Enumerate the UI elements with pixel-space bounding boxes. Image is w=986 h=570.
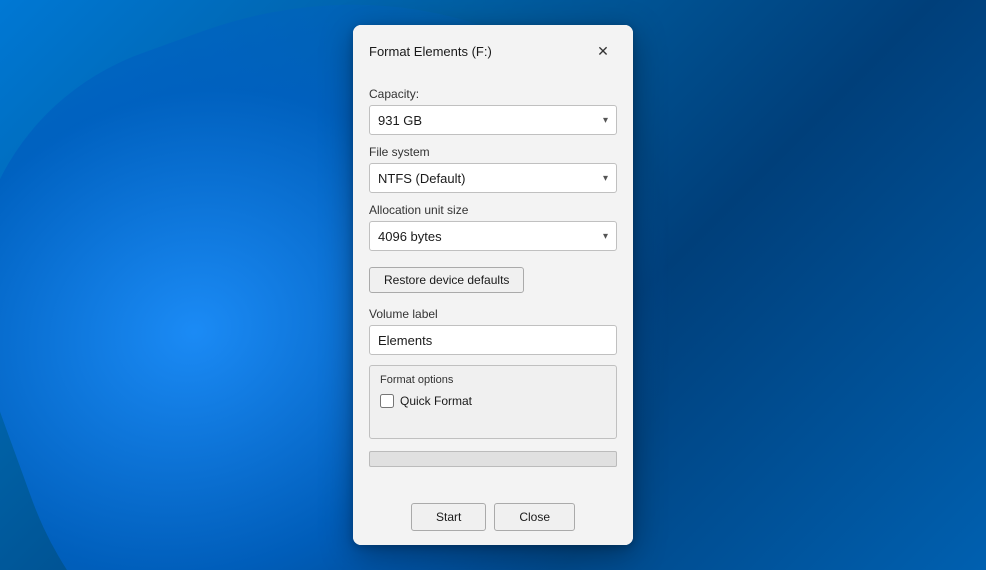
close-button[interactable]: ✕ bbox=[589, 37, 617, 65]
start-button[interactable]: Start bbox=[411, 503, 486, 531]
dialog-footer: Start Close bbox=[353, 491, 633, 545]
allocation-unit-dropdown-arrow: ▾ bbox=[603, 231, 608, 242]
dialog-overlay: Format Elements (F:) ✕ Capacity: 931 GB … bbox=[0, 0, 986, 570]
file-system-dropdown-arrow: ▾ bbox=[603, 173, 608, 184]
close-dialog-button[interactable]: Close bbox=[494, 503, 575, 531]
format-options-legend: Format options bbox=[380, 374, 606, 386]
capacity-label: Capacity: bbox=[369, 87, 617, 101]
file-system-dropdown[interactable]: NTFS (Default) ▾ bbox=[369, 163, 617, 193]
file-system-label: File system bbox=[369, 145, 617, 159]
dialog-title: Format Elements (F:) bbox=[369, 44, 492, 59]
restore-defaults-button[interactable]: Restore device defaults bbox=[369, 267, 524, 293]
capacity-dropdown[interactable]: 931 GB ▾ bbox=[369, 105, 617, 135]
volume-label-input[interactable] bbox=[369, 325, 617, 355]
quick-format-checkbox[interactable] bbox=[380, 394, 394, 408]
format-options-box: Format options Quick Format bbox=[369, 365, 617, 439]
allocation-unit-label: Allocation unit size bbox=[369, 203, 617, 217]
allocation-unit-value: 4096 bytes bbox=[378, 229, 442, 244]
progress-bar-container bbox=[369, 451, 617, 467]
capacity-value: 931 GB bbox=[378, 113, 422, 128]
dialog-content: Capacity: 931 GB ▾ File system NTFS (Def… bbox=[353, 73, 633, 491]
capacity-dropdown-arrow: ▾ bbox=[603, 115, 608, 126]
title-bar: Format Elements (F:) ✕ bbox=[353, 25, 633, 73]
quick-format-row: Quick Format bbox=[380, 394, 606, 408]
allocation-unit-dropdown[interactable]: 4096 bytes ▾ bbox=[369, 221, 617, 251]
file-system-value: NTFS (Default) bbox=[378, 171, 465, 186]
volume-label-label: Volume label bbox=[369, 307, 617, 321]
quick-format-label[interactable]: Quick Format bbox=[400, 394, 472, 408]
format-dialog: Format Elements (F:) ✕ Capacity: 931 GB … bbox=[353, 25, 633, 545]
